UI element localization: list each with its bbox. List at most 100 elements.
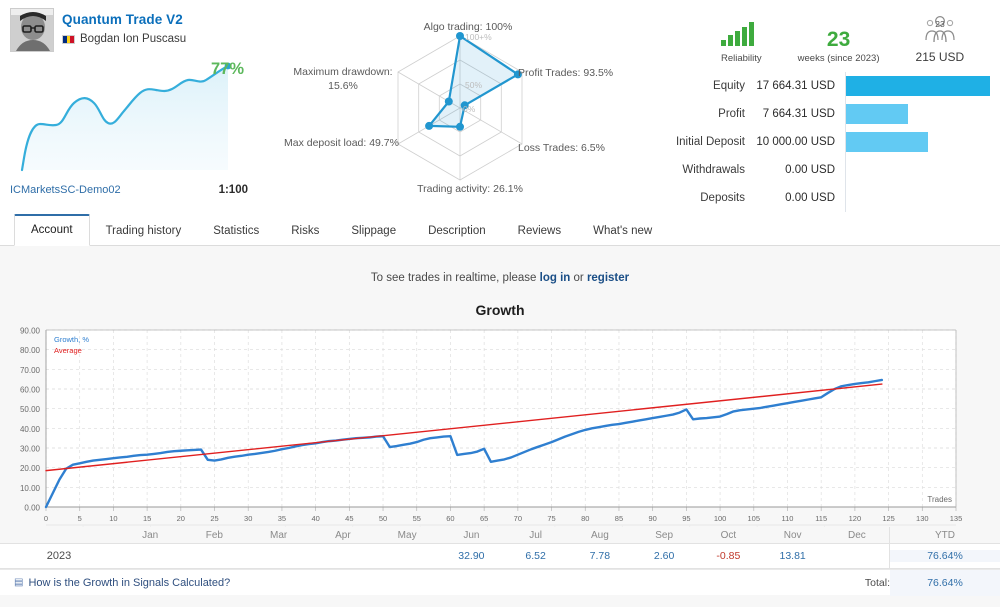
svg-text:0%: 0% <box>463 104 476 114</box>
month-header-apr: Apr <box>335 529 351 541</box>
radar-label-max-deposit-load: Max deposit load: 49.7% <box>284 137 399 149</box>
svg-text:10: 10 <box>109 514 117 523</box>
table-row: Withdrawals 0.00 USD <box>661 156 990 184</box>
svg-text:45: 45 <box>345 514 353 523</box>
svg-text:50%: 50% <box>465 80 482 90</box>
growth-calculation-link[interactable]: How is the Growth in Signals Calculated? <box>28 577 230 589</box>
sparkline-footer: ICMarketsSC-Demo02 1:100 <box>10 184 248 196</box>
svg-text:115: 115 <box>815 514 827 523</box>
month-value-jul: 6.52 <box>525 550 546 562</box>
tab-trading-history[interactable]: Trading history <box>90 217 198 246</box>
tab-reviews[interactable]: Reviews <box>502 217 577 246</box>
svg-text:130: 130 <box>916 514 929 523</box>
total-value: 76.64% <box>890 569 1000 596</box>
bar-track-withdrawals <box>845 156 990 184</box>
signal-header: Quantum Trade V2 Bogdan Ion Puscasu <box>10 8 248 52</box>
subscribers-badge: 23 215 USD <box>916 15 964 64</box>
register-link[interactable]: register <box>587 272 629 284</box>
svg-text:105: 105 <box>748 514 761 523</box>
svg-text:15: 15 <box>143 514 151 523</box>
month-header-oct: Oct <box>720 529 737 541</box>
tab-statistics[interactable]: Statistics <box>197 217 275 246</box>
radar-label-algo-trading: Algo trading: 100% <box>423 21 513 33</box>
weeks-value: 23 <box>826 28 851 51</box>
growth-percent-badge: 77% <box>210 60 244 78</box>
ytd-value: 76.64% <box>890 550 1000 562</box>
growth-chart-title: Growth <box>475 302 525 318</box>
bar-label-initial-deposit: Initial Deposit <box>675 136 745 148</box>
login-link[interactable]: log in <box>540 272 571 284</box>
svg-text:110: 110 <box>781 514 793 523</box>
svg-text:10.00: 10.00 <box>20 484 41 493</box>
balance-bars-table: Equity 17 664.31 USD Profit 7 664.31 USD… <box>661 72 990 212</box>
table-row: Equity 17 664.31 USD <box>661 72 990 100</box>
bar-value-initial-deposit: 10 000.00 USD <box>756 136 835 148</box>
svg-text:20: 20 <box>177 514 185 523</box>
radar-label-loss-trades: Loss Trades: 6.5% <box>518 142 605 154</box>
subscribers-icon: 23 <box>925 15 955 43</box>
author-row: Bogdan Ion Puscasu <box>62 33 186 45</box>
svg-text:120: 120 <box>849 514 862 523</box>
bar-value-deposits: 0.00 USD <box>785 192 835 204</box>
svg-text:Average: Average <box>54 346 82 355</box>
main-content: To see trades in realtime, please log in… <box>0 246 1000 607</box>
growth-chart-panel: 0.00 10.00 20.00 30.00 40.00 50.00 60.00 70.00 8… <box>0 322 1000 527</box>
bar-value-withdrawals: 0.00 USD <box>785 164 835 176</box>
tab-account[interactable]: Account <box>14 214 90 246</box>
svg-text:25: 25 <box>210 514 218 523</box>
month-header-feb: Feb <box>205 529 223 541</box>
svg-text:50: 50 <box>379 514 387 523</box>
month-header-jun: Jun <box>463 529 480 541</box>
author-name[interactable]: Bogdan Ion Puscasu <box>80 33 186 45</box>
svg-text:135: 135 <box>950 514 963 523</box>
svg-text:40: 40 <box>311 514 319 523</box>
realtime-prefix: To see trades in realtime, please <box>370 272 540 284</box>
svg-text:50.00: 50.00 <box>20 405 41 414</box>
month-value-nov: 13.81 <box>779 550 806 562</box>
month-header-nov: Nov <box>783 529 802 541</box>
month-header-may: May <box>397 529 417 541</box>
month-header-mar: Mar <box>270 529 288 541</box>
svg-text:125: 125 <box>882 514 895 523</box>
tab-whats-new[interactable]: What's new <box>577 217 668 246</box>
svg-text:75: 75 <box>547 514 555 523</box>
signal-card: Quantum Trade V2 Bogdan Ion Puscasu 77% <box>10 8 248 212</box>
year-label: 2023 <box>46 550 72 562</box>
bar-value-profit: 7 664.31 USD <box>762 108 835 120</box>
tab-risks[interactable]: Risks <box>275 217 335 246</box>
growth-sparkline: 77% ICMarketsSC-Demo02 1:100 <box>10 60 248 196</box>
reliability-caption: Reliability <box>721 53 762 64</box>
bar-fill-initial-deposit <box>846 132 928 152</box>
tab-bar: Account Trading history Statistics Risks… <box>0 212 1000 246</box>
month-value-oct: -0.85 <box>716 550 741 562</box>
signal-name[interactable]: Quantum Trade V2 <box>62 12 186 28</box>
realtime-middle: or <box>570 272 587 284</box>
radar-label-max-drawdown: Maximum drawdown: 15.6% <box>293 66 393 92</box>
bar-fill-profit <box>846 104 909 124</box>
bar-label-profit: Profit <box>718 108 745 120</box>
svg-text:23: 23 <box>935 19 945 29</box>
bar-value-equity: 17 664.31 USD <box>756 80 835 92</box>
month-value-aug: 7.78 <box>589 550 611 562</box>
weeks-caption: weeks (since 2023) <box>797 53 880 64</box>
badge-row: Reliability 23 weeks (since 2023) 23 215… <box>661 8 990 64</box>
table-row: Initial Deposit 10 000.00 USD <box>661 128 990 156</box>
weeks-badge: 23 weeks (since 2023) <box>797 28 880 65</box>
leverage-value: 1:100 <box>218 184 248 196</box>
tab-slippage[interactable]: Slippage <box>335 217 412 246</box>
tab-description[interactable]: Description <box>412 217 502 246</box>
bar-fill-equity <box>846 76 990 96</box>
radar-chart-svg: 100+% 50% 0% <box>397 32 523 181</box>
bar-track-equity <box>845 72 990 100</box>
broker-name[interactable]: ICMarketsSC-Demo02 <box>10 184 121 196</box>
table-row: Deposits 0.00 USD <box>661 184 990 212</box>
bar-track-deposits <box>845 184 990 212</box>
svg-text:30.00: 30.00 <box>20 445 41 454</box>
svg-text:70.00: 70.00 <box>20 366 41 375</box>
chart-footer: ▤ How is the Growth in Signals Calculate… <box>0 569 1000 596</box>
bar-label-equity: Equity <box>713 80 745 92</box>
svg-text:60.00: 60.00 <box>20 386 41 395</box>
svg-text:65: 65 <box>480 514 488 523</box>
month-value-sep: 2.60 <box>653 550 675 562</box>
month-header-dec: Dec <box>847 529 866 541</box>
